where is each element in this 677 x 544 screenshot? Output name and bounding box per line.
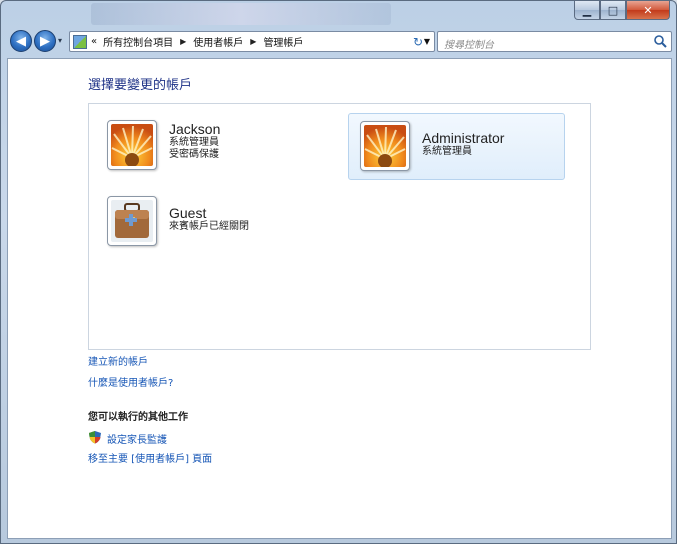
breadcrumb-overflow-chevron[interactable]: « [91, 36, 97, 47]
shield-icon [89, 431, 101, 444]
search-input[interactable]: 搜尋控制台 [437, 31, 672, 52]
title-bar[interactable] [91, 3, 391, 25]
account-type: 系統管理員 [169, 137, 219, 148]
create-account-link[interactable]: 建立新的帳戶 [88, 353, 148, 368]
flower-icon [364, 125, 406, 167]
avatar [107, 120, 157, 170]
breadcrumb-arrow-icon[interactable]: ▶ [250, 37, 256, 46]
breadcrumb-manage-accounts[interactable]: 管理帳戶 [263, 34, 303, 49]
content-pane: 選擇要變更的帳戶 Jackson 系統管理員 受密碼保護 Administrat… [7, 58, 672, 539]
search-icon[interactable] [653, 34, 667, 48]
account-name[interactable]: Jackson [169, 121, 220, 137]
close-button[interactable]: ✕ [626, 1, 670, 20]
briefcase-icon [111, 200, 153, 242]
flower-icon [111, 124, 153, 166]
account-status: 來賓帳戶已經關閉 [169, 221, 249, 232]
account-info: Guest 來賓帳戶已經關閉 [169, 205, 249, 233]
recent-pages-dropdown[interactable]: ▾ [58, 36, 62, 45]
breadcrumb-all-items[interactable]: 所有控制台項目 [103, 34, 173, 49]
forward-button[interactable]: ▶ [34, 30, 56, 52]
account-type: 系統管理員 [422, 146, 472, 157]
maximize-button[interactable]: □ [600, 1, 626, 20]
breadcrumb-arrow-icon[interactable]: ▶ [180, 37, 186, 46]
account-password-status: 受密碼保護 [169, 149, 219, 160]
accounts-list: Jackson 系統管理員 受密碼保護 Administrator 系統管理員 … [88, 103, 591, 350]
account-administrator[interactable]: Administrator 系統管理員 [348, 113, 565, 180]
account-jackson[interactable]: Jackson 系統管理員 受密碼保護 [107, 120, 220, 170]
user-accounts-main-page-link[interactable]: 移至主要 [使用者帳戶] 頁面 [88, 450, 212, 465]
account-name[interactable]: Administrator [422, 130, 504, 146]
refresh-button[interactable]: ↻ [407, 31, 429, 52]
breadcrumb-user-accounts[interactable]: 使用者帳戶 [193, 34, 243, 49]
address-bar[interactable]: « 所有控制台項目 ▶ 使用者帳戶 ▶ 管理帳戶 ▼ [69, 31, 435, 52]
search-placeholder: 搜尋控制台 [444, 40, 494, 51]
avatar [360, 121, 410, 171]
account-guest[interactable]: Guest 來賓帳戶已經關閉 [107, 196, 249, 246]
navigation-bar: ◀ ▶ ▾ « 所有控制台項目 ▶ 使用者帳戶 ▶ 管理帳戶 ▼ ↻ 搜尋控制台 [7, 28, 672, 56]
control-panel-icon [73, 34, 87, 49]
minimize-button[interactable]: ▁ [574, 1, 600, 20]
parental-controls-link[interactable]: 設定家長監護 [107, 431, 167, 446]
account-info: Administrator 系統管理員 [422, 130, 504, 158]
account-info: Jackson 系統管理員 受密碼保護 [169, 121, 220, 161]
caption-buttons: ▁ □ ✕ [574, 1, 670, 20]
account-name[interactable]: Guest [169, 205, 249, 221]
breadcrumb: 所有控制台項目 ▶ 使用者帳戶 ▶ 管理帳戶 [103, 34, 303, 49]
avatar [107, 196, 157, 246]
window-frame: ▁ □ ✕ ◀ ▶ ▾ « 所有控制台項目 ▶ 使用者帳戶 ▶ 管理帳戶 ▼ ↻… [0, 0, 677, 544]
other-tasks-heading: 您可以執行的其他工作 [88, 412, 188, 423]
what-is-account-link[interactable]: 什麼是使用者帳戶? [88, 374, 173, 389]
page-title: 選擇要變更的帳戶 [88, 78, 193, 93]
back-button[interactable]: ◀ [10, 30, 32, 52]
